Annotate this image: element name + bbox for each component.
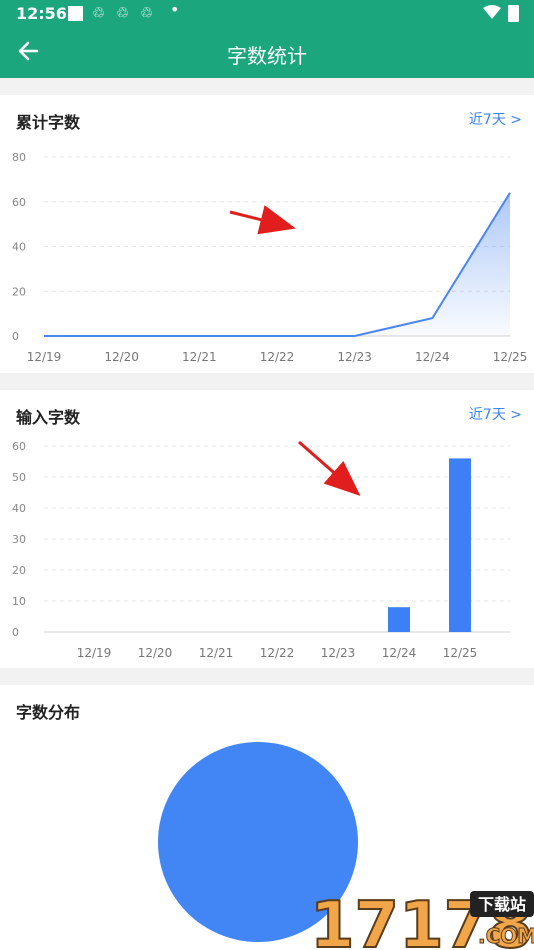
status-time: 12:56 <box>16 4 67 23</box>
bar <box>388 607 410 632</box>
y-tick-label: 40 <box>12 502 26 515</box>
watermark-suffix: .COM <box>478 924 534 948</box>
square-icon <box>68 6 83 21</box>
x-tick-label: 12/20 <box>138 646 173 660</box>
x-tick-label: 12/23 <box>321 646 356 660</box>
x-tick-label: 12/25 <box>493 350 528 364</box>
battery-icon <box>508 5 519 22</box>
x-tick-label: 12/20 <box>104 350 139 364</box>
cumulative-card: 累计字数 近7天 > 0 20 40 60 80 12/19 12/20 12/21 12/22… <box>0 95 534 373</box>
y-tick-label: 40 <box>12 241 26 254</box>
y-tick-label: 0 <box>12 626 19 639</box>
y-tick-label: 10 <box>12 595 26 608</box>
input-bar-chart: 0 10 20 30 40 50 60 12/19 12/20 12/21 12/22 12/23 12… <box>12 440 510 660</box>
area-fill <box>44 192 510 336</box>
recycle-icon: ♲ <box>92 4 106 22</box>
annotation-arrow <box>298 440 361 496</box>
x-tick-label: 12/25 <box>443 646 478 660</box>
y-tick-label: 20 <box>12 285 26 298</box>
recycle-icon: ♲ <box>140 4 154 22</box>
y-tick-label: 30 <box>12 533 26 546</box>
input-card: 输入字数 近7天 > 0 10 20 30 40 50 60 12/19 12/20 12/21 1… <box>0 390 534 668</box>
dot-icon: • <box>170 0 180 19</box>
y-tick-label: 50 <box>12 471 26 484</box>
x-tick-label: 12/23 <box>337 350 372 364</box>
y-tick-label: 20 <box>12 564 26 577</box>
annotation-arrow <box>229 205 296 235</box>
y-tick-label: 0 <box>12 330 19 343</box>
x-tick-label: 12/19 <box>27 350 62 364</box>
wifi-icon <box>483 5 501 19</box>
watermark-logo: 17178 下载站 .COM <box>310 888 534 950</box>
x-tick-label: 12/19 <box>77 646 112 660</box>
x-tick-label: 12/22 <box>260 646 295 660</box>
x-tick-label: 12/21 <box>182 350 217 364</box>
recycle-icon: ♲ <box>116 4 130 22</box>
watermark-badge: 下载站 <box>478 895 526 914</box>
x-tick-label: 12/24 <box>415 350 450 364</box>
cumulative-line-chart: 0 20 40 60 80 12/19 12/20 12/21 12/22 12/23 12/24 1… <box>12 151 528 364</box>
x-tick-label: 12/22 <box>260 350 295 364</box>
status-bar: 12:56 ♲ ♲ ♲ • <box>0 0 534 28</box>
y-tick-label: 60 <box>12 440 26 453</box>
bar <box>449 458 471 632</box>
page-title: 字数统计 <box>227 44 307 68</box>
y-tick-label: 80 <box>12 151 26 164</box>
x-tick-label: 12/21 <box>199 646 234 660</box>
y-tick-label: 60 <box>12 196 26 209</box>
x-tick-label: 12/24 <box>382 646 417 660</box>
app-bar: 字数统计 <box>0 28 534 78</box>
